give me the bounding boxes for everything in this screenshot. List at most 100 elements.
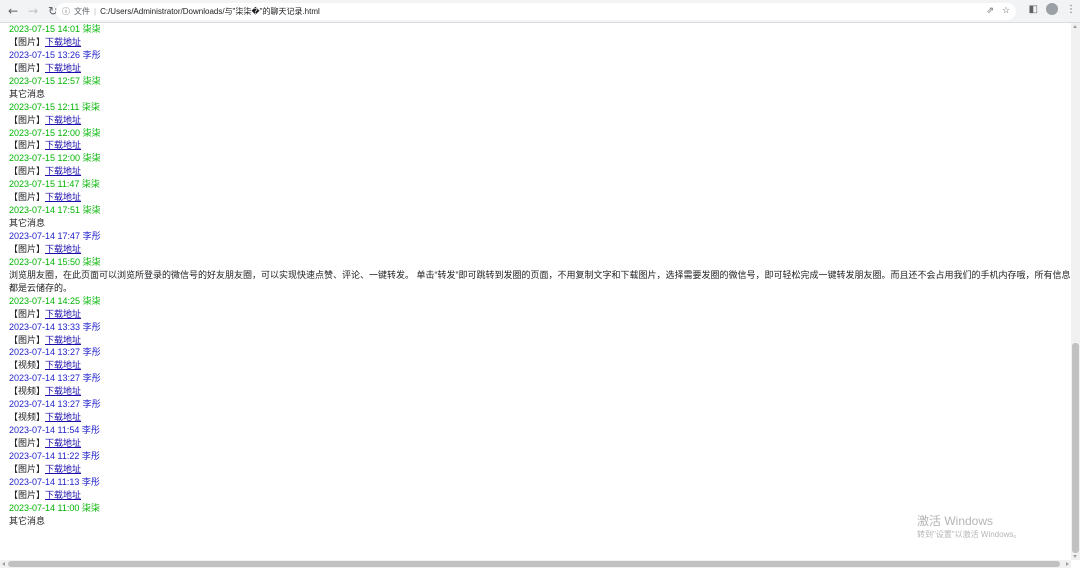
message-sender: 柒柒 [82,205,101,216]
message-type-label: 【图片】 [9,243,46,254]
message-timestamp: 2023-07-15 11:47 [9,179,80,190]
message-header: 2023-07-15 14:01 柒柒 [9,23,1071,36]
message-timestamp: 2023-07-15 12:00 [9,153,81,164]
message-sender: 李彤 [82,399,101,410]
message-type-label: 【图片】 [9,192,46,203]
message-header: 2023-07-14 11:22 李彤 [9,450,1071,463]
download-link[interactable]: 下载地址 [45,360,81,370]
message-text: 其它消息 [9,218,46,229]
vertical-scroll-thumb[interactable] [1072,343,1079,553]
message-timestamp: 2023-07-15 12:57 [9,75,81,86]
download-link[interactable]: 下载地址 [45,386,81,396]
message-type-label: 【视频】 [9,386,46,397]
message-header: 2023-07-15 12:57 柒柒 [9,75,1071,88]
message-header: 2023-07-14 15:50 柒柒 [9,256,1071,269]
message-header: 2023-07-15 11:47 柒柒 [9,178,1071,191]
message-header: 2023-07-15 13:26 李彤 [9,49,1071,62]
page-label: 文件 [74,7,90,16]
message-sender: 柒柒 [82,295,101,306]
share-icon[interactable]: ⇗ [986,5,994,16]
back-arrow-icon[interactable]: ← [4,2,22,20]
message-header: 2023-07-14 17:47 李彤 [9,230,1071,243]
download-link[interactable]: 下载地址 [45,192,81,202]
vertical-scrollbar[interactable] [1071,23,1080,560]
message-body: 【视频】下载地址 [9,359,1071,372]
message-sender: 柒柒 [81,502,100,513]
message-type-label: 【图片】 [9,463,46,474]
message-timestamp: 2023-07-14 11:13 [9,476,80,487]
watermark-subtitle: 转到"设置"以激活 Windows。 [917,530,1022,539]
message-sender: 柒柒 [81,179,100,190]
message-sender: 李彤 [82,373,101,384]
side-panel-icon[interactable]: ◧ [1029,4,1038,15]
download-link[interactable]: 下载地址 [45,309,81,319]
message-sender: 李彤 [82,347,101,358]
message-sender: 李彤 [81,450,100,461]
message-timestamp: 2023-07-14 13:27 [9,399,81,410]
address-bar[interactable]: ⓘ 文件 | C:/Users/Administrator/Downloads/… [56,3,1016,20]
message-header: 2023-07-15 12:11 柒柒 [9,101,1071,114]
scroll-right-arrow-icon[interactable] [1066,562,1069,566]
message-header: 2023-07-15 12:00 柒柒 [9,127,1071,140]
message-body: 【图片】下载地址 [9,36,1071,49]
star-icon[interactable]: ☆ [1002,5,1010,16]
download-link[interactable]: 下载地址 [45,490,81,500]
profile-icon[interactable] [1046,3,1058,15]
message-type-label: 【图片】 [9,36,46,47]
scroll-down-arrow-icon[interactable] [1073,555,1077,558]
message-timestamp: 2023-07-14 13:27 [9,347,81,358]
download-link[interactable]: 下载地址 [45,412,81,422]
message-type-label: 【图片】 [9,62,46,73]
download-link[interactable]: 下载地址 [45,63,81,73]
message-header: 2023-07-14 11:54 李彤 [9,424,1071,437]
message-body: 【图片】下载地址 [9,139,1071,152]
download-link[interactable]: 下载地址 [45,244,81,254]
horizontal-scroll-thumb[interactable] [8,561,1060,567]
message-type-label: 【图片】 [9,489,46,500]
message-timestamp: 2023-07-14 11:00 [9,502,80,513]
message-body: 【图片】下载地址 [9,243,1071,256]
horizontal-scrollbar[interactable] [0,560,1071,568]
more-vert-icon[interactable]: ⋮ [1066,4,1076,15]
message-sender: 李彤 [81,476,100,487]
message-timestamp: 2023-07-14 15:50 [9,256,81,267]
message-header: 2023-07-15 12:00 柒柒 [9,152,1071,165]
message-body: 其它消息 [9,88,1071,101]
message-body: 【图片】下载地址 [9,437,1071,450]
message-sender: 李彤 [81,425,100,436]
message-timestamp: 2023-07-14 13:33 [9,321,81,332]
message-timestamp: 2023-07-15 14:01 [9,24,81,34]
message-sender: 柒柒 [81,101,100,112]
scroll-left-arrow-icon[interactable] [2,562,5,566]
message-sender: 柒柒 [82,75,101,86]
browser-toolbar: ← → ↻ ⓘ 文件 | C:/Users/Administrator/Down… [0,0,1080,23]
message-header: 2023-07-14 11:00 柒柒 [9,502,1071,515]
message-timestamp: 2023-07-14 11:54 [9,425,80,436]
message-sender: 柒柒 [82,256,101,267]
message-header: 2023-07-14 11:13 李彤 [9,476,1071,489]
download-link[interactable]: 下载地址 [45,115,81,125]
scroll-up-arrow-icon[interactable] [1073,25,1077,28]
message-timestamp: 2023-07-15 12:00 [9,127,81,138]
url-text[interactable]: C:/Users/Administrator/Downloads/与"柒柒�"的… [100,6,320,17]
message-header: 2023-07-14 13:27 李彤 [9,346,1071,359]
message-body: 【图片】下载地址 [9,489,1071,502]
message-text: 浏览朋友圈，在此页面可以浏览所登录的微信号的好友朋友圈，可以实现快速点赞、评论、… [9,269,1071,293]
info-icon[interactable]: ⓘ [62,6,70,17]
message-type-label: 【图片】 [9,438,46,448]
address-separator: | [94,7,97,16]
forward-arrow-icon[interactable]: → [24,2,42,20]
download-link[interactable]: 下载地址 [45,464,81,474]
message-header: 2023-07-14 13:27 李彤 [9,372,1071,385]
download-link[interactable]: 下载地址 [45,140,81,150]
download-link[interactable]: 下载地址 [45,37,81,47]
message-sender: 李彤 [82,231,101,241]
message-sender: 李彤 [82,49,101,60]
message-body: 【图片】下载地址 [9,165,1071,178]
message-text: 其它消息 [9,515,46,526]
download-link[interactable]: 下载地址 [45,438,81,448]
download-link[interactable]: 下载地址 [45,166,81,176]
download-link[interactable]: 下载地址 [45,335,81,345]
message-body: 其它消息 [9,217,1071,230]
message-type-label: 【视频】 [9,360,46,371]
